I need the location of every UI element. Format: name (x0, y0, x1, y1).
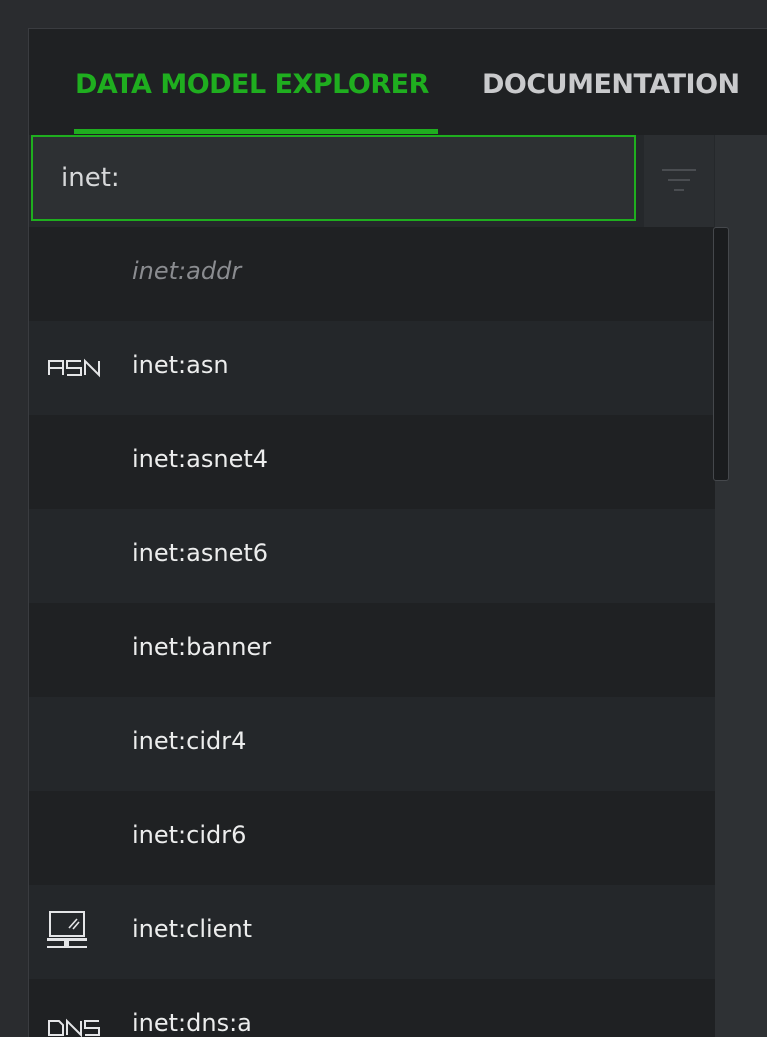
tab-documentation[interactable]: DOCUMENTATION (482, 69, 740, 100)
list-item-label: inet:dns:a (132, 1009, 252, 1037)
scrollbar-thumb[interactable] (713, 227, 729, 481)
computer-network-icon (47, 911, 107, 951)
active-tab-indicator (74, 129, 438, 134)
list-item-label: inet:cidr6 (132, 821, 247, 849)
list-item-inet-dns-a[interactable]: inet:dns:a (29, 979, 715, 1037)
dns-icon (47, 1005, 107, 1037)
explorer-panel: DATA MODEL EXPLORER DOCUMENTATION inet:a… (28, 28, 767, 1037)
asn-icon (47, 347, 107, 387)
app-window: DATA MODEL EXPLORER DOCUMENTATION inet:a… (0, 0, 767, 1037)
list-item-inet-addr[interactable]: inet:addr (29, 227, 715, 321)
list-item-inet-asn[interactable]: inet:asn (29, 321, 715, 415)
list-item-inet-cidr4[interactable]: inet:cidr4 (29, 697, 715, 791)
list-item-label: inet:addr (132, 257, 242, 285)
list-item-label: inet:banner (132, 633, 272, 661)
filter-button[interactable] (644, 135, 714, 227)
list-item-label: inet:asnet6 (132, 539, 269, 567)
search-row (29, 135, 767, 227)
list-item-inet-banner[interactable]: inet:banner (29, 603, 715, 697)
list-item-inet-client[interactable]: inet:client (29, 885, 715, 979)
type-list: inet:addr inet:asn inet:asnet4 inet:asne… (29, 227, 715, 1037)
list-item-inet-asnet4[interactable]: inet:asnet4 (29, 415, 715, 509)
list-item-label: inet:asnet4 (132, 445, 269, 473)
list-item-label: inet:cidr4 (132, 727, 247, 755)
list-item-label: inet:asn (132, 351, 229, 379)
filter-icon (662, 169, 696, 191)
tab-bar: DATA MODEL EXPLORER DOCUMENTATION (29, 29, 767, 135)
list-item-inet-cidr6[interactable]: inet:cidr6 (29, 791, 715, 885)
tab-data-model-explorer[interactable]: DATA MODEL EXPLORER (75, 69, 429, 100)
list-item-inet-asnet6[interactable]: inet:asnet6 (29, 509, 715, 603)
list-item-label: inet:client (132, 915, 253, 943)
search-input[interactable] (59, 155, 623, 201)
search-box (31, 135, 636, 221)
